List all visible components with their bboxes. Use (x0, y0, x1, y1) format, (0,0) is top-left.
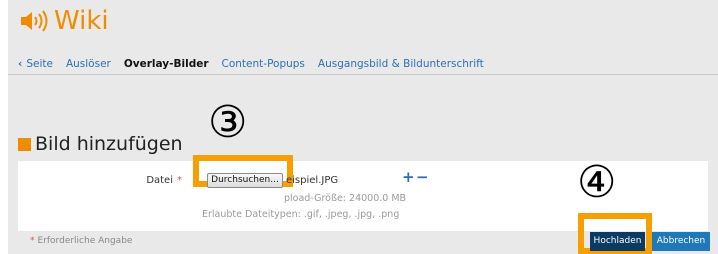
tab-bar: ‹ Seite Auslöser Overlay-Bilder Content-P… (8, 54, 718, 74)
selected-filename: eispiel.JPG (286, 175, 339, 186)
tab-back-label: Seite (26, 58, 53, 70)
tab-ausloeser[interactable]: Auslöser (66, 58, 111, 70)
section-title: Bild hinzufügen (35, 133, 183, 155)
required-marker: * (177, 175, 182, 186)
section-marker-icon (18, 137, 31, 151)
tab-ausgangsbild[interactable]: Ausgangsbild & Bildunterschrift (318, 58, 484, 70)
required-note-marker: * (30, 236, 35, 246)
remove-file-icon[interactable]: − (416, 169, 429, 185)
tab-divider (8, 74, 718, 75)
tab-content-popups[interactable]: Content-Popups (222, 58, 305, 70)
required-note: * Erforderliche Angabe (30, 236, 132, 246)
required-note-text: Erforderliche Angabe (37, 236, 133, 246)
speaker-icon (20, 9, 50, 33)
section-heading: Bild hinzufügen (18, 133, 183, 155)
step-3-marker: ③ (208, 97, 248, 148)
tab-back-seite[interactable]: ‹ Seite (18, 58, 53, 70)
max-size-hint: pload-Größe: 24000.0 MB (284, 193, 407, 204)
step-4-marker: ④ (577, 157, 617, 208)
add-file-icon[interactable]: + (402, 169, 415, 185)
upload-button[interactable]: Hochladen (590, 232, 645, 251)
allowed-types-hint: Erlaubte Dateitypen: .gif, .jpeg, .jpg, … (202, 209, 400, 220)
file-label-text: Datei (146, 175, 173, 186)
app-header: Wiki (20, 6, 109, 36)
tab-overlay-bilder[interactable]: Overlay-Bilder (124, 58, 209, 70)
cancel-button[interactable]: Abbrechen (652, 232, 710, 251)
browse-button[interactable]: Durchsuchen... (207, 173, 283, 188)
app-title: Wiki (54, 6, 109, 36)
chevron-left-icon: ‹ (18, 58, 23, 70)
file-label: Datei * (146, 175, 182, 186)
